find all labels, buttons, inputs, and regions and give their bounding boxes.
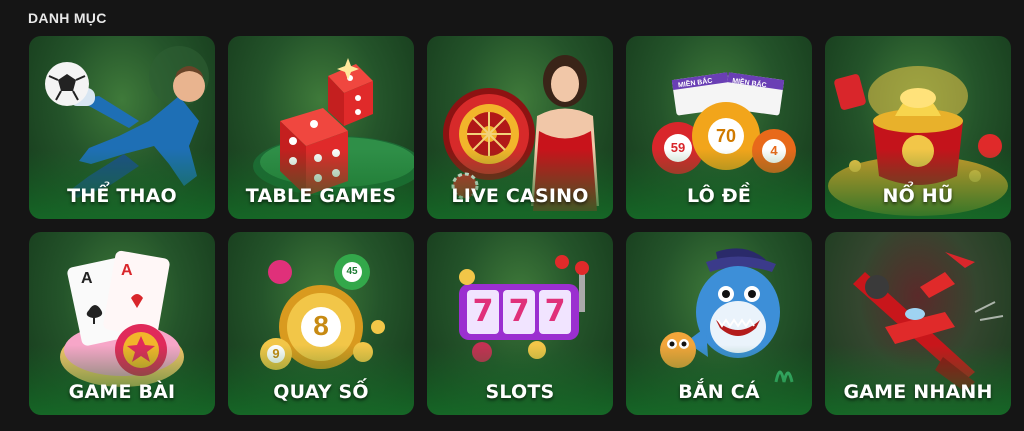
category-label: NỔ HŨ [882,185,954,207]
ball-number: 45 [346,266,358,277]
category-label: BẮN CÁ [678,381,760,403]
category-label: TABLE GAMES [245,185,397,207]
category-card-no-hu[interactable]: NỔ HŨ [825,36,1011,219]
ball-number: 59 [670,140,686,155]
ball-number: 9 [272,346,280,361]
category-label: THỂ THAO [67,185,177,207]
card-rank: A [121,262,133,279]
ball-number: 70 [715,126,737,146]
ticket-label: MIỀN BẮC [677,77,713,90]
card-rank: A [81,270,93,287]
category-card-ban-ca[interactable]: BẮN CÁ [626,232,812,415]
category-card-quay-so[interactable]: 8 45 9 QUAY SỐ [228,232,414,415]
ticket-label: MIỀN BẮC [731,77,767,90]
category-card-slots[interactable]: 7 7 7 SLOTS [427,232,613,415]
category-card-lo-de[interactable]: MIỀN BẮC MIỀN BẮC 59 70 4 LÔ ĐỀ [626,36,812,219]
category-card-game-bai[interactable]: A A GAME BÀI [29,232,215,415]
reel-symbol: 7 [508,294,530,329]
category-label: LÔ ĐỀ [686,185,752,207]
section-title: DANH MỤC [28,10,107,26]
ball-number: 4 [770,143,778,158]
category-label: SLOTS [485,381,555,403]
category-card-the-thao[interactable]: THỂ THAO [29,36,215,219]
category-label: GAME BÀI [68,381,176,403]
category-label: QUAY SỐ [273,381,369,403]
category-card-table-games[interactable]: TABLE GAMES [228,36,414,219]
ball-number: 8 [313,310,329,341]
category-label: LIVE CASINO [451,185,589,207]
reel-symbol: 7 [472,294,494,329]
category-grid: THỂ THAO TABLE GAMES LIVE CASINO MIỀN BẮ… [29,36,1011,415]
reel-symbol: 7 [544,294,566,329]
category-label: GAME NHANH [843,381,993,403]
category-card-game-nhanh[interactable]: GAME NHANH [825,232,1011,415]
category-card-live-casino[interactable]: LIVE CASINO [427,36,613,219]
